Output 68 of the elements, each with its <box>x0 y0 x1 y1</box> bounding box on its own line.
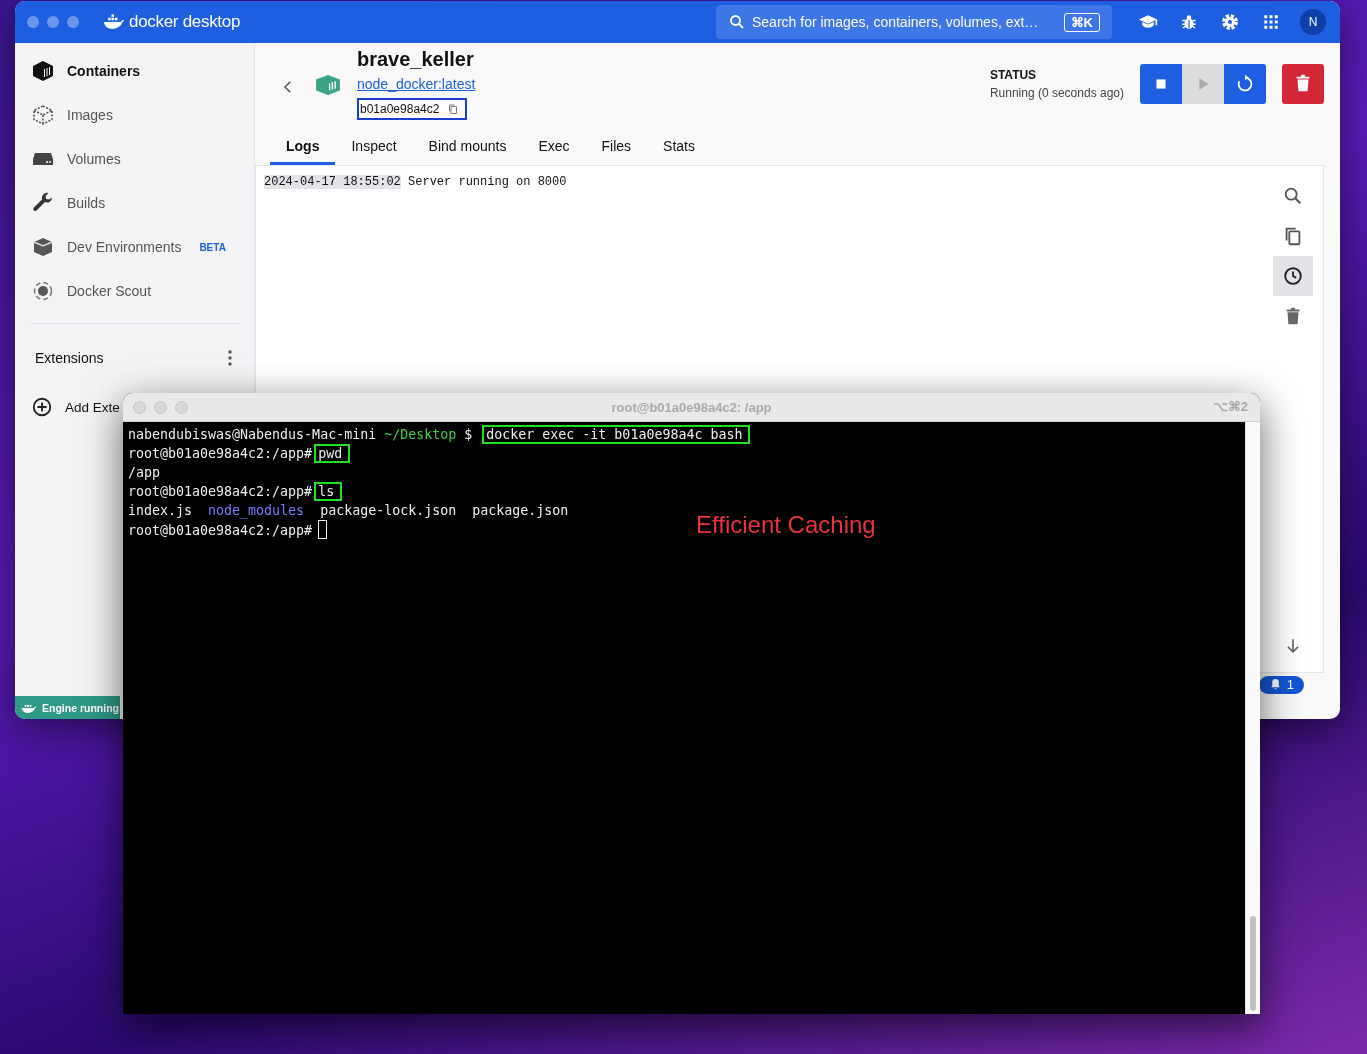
sidebar-item[interactable]: Builds <box>31 181 254 225</box>
scout-icon <box>31 279 55 303</box>
shortcut-hint: ⌘K <box>1063 12 1100 32</box>
engine-status: Engine running <box>15 696 120 719</box>
sidebar-item[interactable]: Volumes <box>31 137 254 181</box>
whale-icon <box>103 14 125 30</box>
zoom-button[interactable] <box>67 16 79 28</box>
tab[interactable]: Inspect <box>335 128 413 165</box>
sidebar-item[interactable]: Docker Scout <box>31 269 254 313</box>
tab[interactable]: Files <box>585 128 648 165</box>
image-link[interactable]: node_docker:latest <box>357 76 476 96</box>
beta-label: BETA <box>199 241 226 253</box>
copy-icon <box>447 103 460 115</box>
terminal-text: root@b01a0e98a4c2:/app# <box>128 523 313 538</box>
avatar[interactable]: N <box>1300 9 1326 35</box>
notifications-button[interactable]: 1 <box>1258 675 1304 694</box>
highlighted-command: docker exec -it b01a0e98a4c bash <box>484 427 749 442</box>
close-button[interactable] <box>27 16 39 28</box>
box-icon <box>31 235 55 259</box>
add-extensions-item[interactable]: Add Exte <box>31 388 120 426</box>
settings-icon <box>1220 12 1240 32</box>
log-message: Server running on 8000 <box>408 175 567 189</box>
search-icon <box>1282 185 1304 207</box>
terminal-title: root@b01a0e98a4c2: /app <box>611 399 772 415</box>
search-field[interactable]: Search for images, containers, volumes, ext… ⌘K <box>716 5 1112 39</box>
dotted-cube-icon <box>31 103 55 127</box>
bug-icon <box>1180 13 1198 31</box>
delete-button[interactable] <box>1282 64 1324 104</box>
terminal-text: $ <box>463 427 474 442</box>
scrollbar[interactable] <box>1245 422 1260 1014</box>
clock-icon <box>1282 265 1304 287</box>
app-title: docker desktop <box>129 12 241 32</box>
annotation-text: Efficient Caching <box>696 511 876 539</box>
zoom-button[interactable] <box>175 400 188 414</box>
tab[interactable]: Exec <box>522 128 586 165</box>
terminal-text: root@b01a0e98a4c2:/app# <box>128 446 313 461</box>
terminal-line: /app <box>128 464 162 482</box>
sidebar-item[interactable]: Images <box>31 93 254 137</box>
cube-icon <box>31 59 55 83</box>
grid-icon <box>1262 13 1280 31</box>
extensions-label: Extensions <box>35 350 104 366</box>
stop-button[interactable] <box>1140 64 1182 104</box>
plus-circle-icon <box>31 396 53 418</box>
restart-button[interactable] <box>1224 64 1266 104</box>
shortcut-hint: ⌥⌘2 <box>1212 399 1248 414</box>
highlighted-command: ls <box>316 484 341 499</box>
log-timestamp: 2024-04-17 18:55:02 <box>264 175 401 189</box>
tab[interactable]: Stats <box>647 128 711 165</box>
container-icon <box>315 74 341 96</box>
highlighted-command: pwd <box>316 446 349 461</box>
container-id: b01a0e98a4c2 <box>357 98 468 120</box>
container-name: brave_keller <box>357 48 475 72</box>
minimize-button[interactable] <box>154 400 167 414</box>
sidebar-item[interactable]: Dev Environments BETA <box>31 225 254 269</box>
terminal-line: index.js node_modules package-lock.json package.json <box>128 502 570 520</box>
tab[interactable]: Bind mounts <box>412 128 523 165</box>
status-label: STATUS <box>989 68 1038 82</box>
terminal-text: nabendubiswas@Nabendus-Mac-mini <box>128 427 378 442</box>
close-button[interactable] <box>133 400 146 414</box>
clock-button[interactable] <box>1273 256 1313 296</box>
search-icon <box>728 13 746 31</box>
more-icon <box>228 350 232 366</box>
terminal-text: ~/Desktop <box>384 427 457 442</box>
status-text: Running (0 seconds ago) <box>989 86 1124 100</box>
sidebar-item[interactable]: Containers <box>31 49 254 93</box>
minimize-button[interactable] <box>47 16 59 28</box>
text-cursor <box>318 520 328 539</box>
terminal-text: root@b01a0e98a4c2:/app# <box>128 484 313 499</box>
